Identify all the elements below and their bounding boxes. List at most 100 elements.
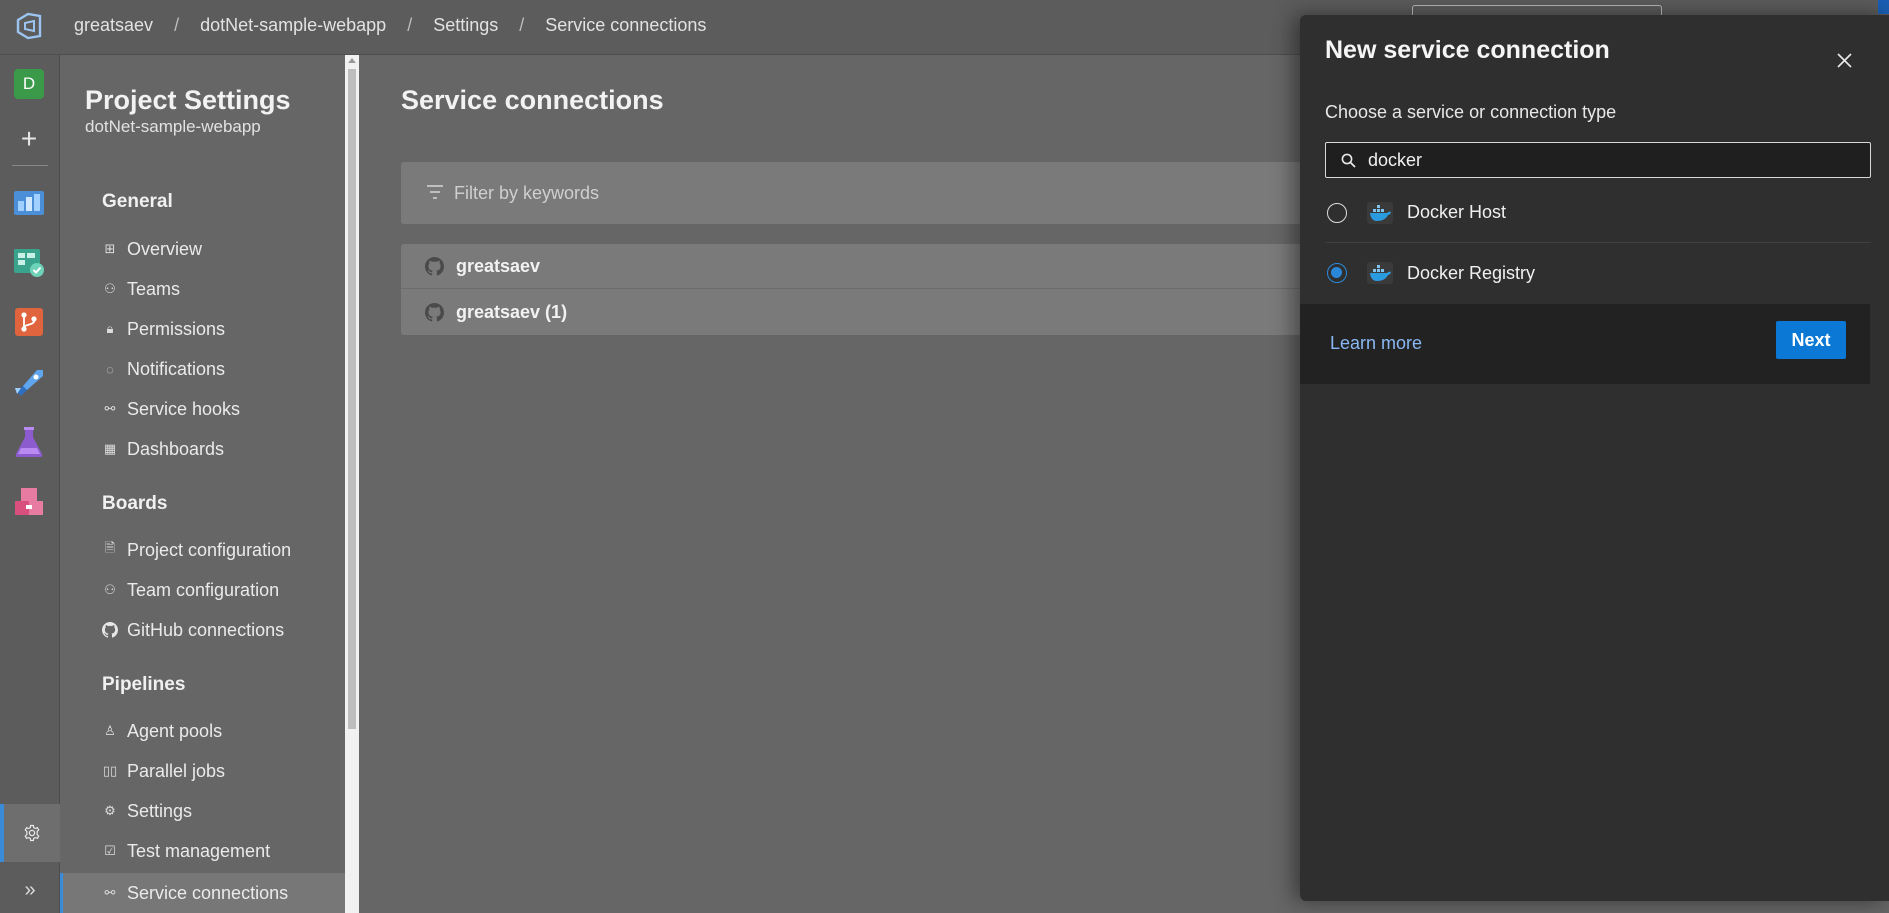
test-icon: ☑ [104, 843, 116, 858]
nav-item-team-configuration[interactable]: ⚇ Team configuration [102, 577, 279, 603]
rail-divider [12, 165, 48, 166]
test-plans-icon[interactable] [12, 425, 46, 459]
breadcrumb-current[interactable]: Service connections [545, 15, 706, 36]
connection-row[interactable]: greatsaev (1) [401, 290, 1301, 335]
nav-item-permissions[interactable]: 🔒︎ Permissions [102, 316, 226, 342]
connection-name: greatsaev (1) [456, 302, 568, 322]
dialog-label: Choose a service or connection type [1325, 102, 1617, 122]
project-avatar[interactable]: D [14, 69, 44, 99]
team-gear-icon: ⚇ [104, 582, 116, 597]
chevron-double-right-icon[interactable]: » [0, 868, 60, 913]
filter-icon [427, 185, 443, 199]
chat-bubble-icon: ◌ [106, 361, 114, 377]
filter-placeholder: Filter by keywords [454, 183, 600, 203]
new-service-connection-dialog: New service connection Choose a service … [1300, 15, 1889, 901]
connection-list: greatsaev greatsaev (1) [401, 244, 1301, 335]
docker-icon [1367, 262, 1393, 284]
nav-item-label: Dashboards [127, 438, 225, 459]
nav-item-parallel-jobs[interactable]: ▯▯ Parallel jobs [102, 758, 225, 784]
scroll-up-arrow-icon[interactable] [348, 58, 356, 63]
scroll-thumb[interactable] [348, 69, 356, 729]
connection-row[interactable]: greatsaev [401, 244, 1301, 289]
azure-devops-logo[interactable] [14, 10, 46, 42]
nav-item-label: Service connections [127, 882, 289, 903]
radio-button-selected[interactable] [1327, 263, 1347, 283]
nav-item-label: Project configuration [127, 539, 292, 560]
section-heading-boards: Boards [102, 493, 168, 514]
panel-subtitle: dotNet-sample-webapp [85, 117, 261, 136]
breadcrumb-separator: / [519, 15, 525, 35]
nav-item-github-connections[interactable]: GitHub connections [102, 617, 284, 643]
gear-icon [24, 824, 40, 842]
overview-icon: ⊞ [104, 241, 116, 256]
lock-icon: 🔒︎ [106, 321, 114, 336]
nav-item-service-hooks[interactable]: ⚯ Service hooks [102, 396, 241, 422]
github-icon [425, 256, 444, 276]
github-icon [425, 303, 444, 322]
plug-icon: ⚯ [104, 885, 116, 900]
nav-item-dashboards[interactable]: ▦ Dashboards [102, 436, 224, 462]
nav-item-test-management[interactable]: ☑ Test management [102, 838, 270, 864]
nav-item-label: Agent pools [127, 720, 223, 741]
boards-icon[interactable] [12, 245, 46, 279]
close-button[interactable] [1830, 46, 1858, 74]
panel-title: Project Settings [85, 85, 291, 115]
docker-icon [1367, 201, 1393, 224]
repos-icon[interactable] [12, 305, 46, 339]
section-heading-general: General [102, 191, 173, 212]
breadcrumb-separator: / [407, 15, 413, 35]
breadcrumb: greatsaev / dotNet-sample-webapp / Setti… [74, 15, 706, 36]
radio-button[interactable] [1327, 202, 1347, 223]
breadcrumb-settings[interactable]: Settings [433, 15, 498, 36]
option-docker-host[interactable]: Docker Host [1325, 183, 1871, 243]
document-gear-icon: 🗎︎ [104, 540, 116, 555]
project-settings-panel: Project Settings dotNet-sample-webapp Ge… [60, 55, 345, 913]
profile-badge[interactable] [1878, 0, 1889, 14]
parallel-icon: ▯▯ [102, 763, 118, 778]
next-button[interactable]: Next [1776, 321, 1846, 359]
nav-item-project-configuration[interactable]: 🗎︎ Project configuration [102, 537, 291, 563]
github-icon [102, 622, 118, 638]
close-icon [1836, 52, 1852, 68]
nav-rail: D + » [0, 55, 60, 913]
nav-item-settings[interactable]: ⚙ Settings [102, 798, 192, 824]
artifacts-icon[interactable] [12, 485, 46, 519]
nav-item-notifications[interactable]: ◌ Notifications [102, 356, 225, 382]
nav-item-label: Team configuration [127, 579, 280, 600]
plus-icon[interactable]: + [12, 122, 46, 156]
section-heading-pipelines: Pipelines [102, 674, 186, 695]
breadcrumb-project[interactable]: dotNet-sample-webapp [200, 15, 386, 36]
connection-type-search[interactable] [1325, 142, 1871, 178]
agent-icon: ♙ [104, 723, 116, 738]
nav-item-overview[interactable]: ⊞ Overview [102, 236, 202, 262]
nav-item-label: GitHub connections [127, 619, 285, 640]
panel-scrollbar[interactable] [345, 55, 359, 913]
nav-item-teams[interactable]: ⚇ Teams [102, 276, 180, 302]
connection-name: greatsaev [456, 255, 541, 276]
breadcrumb-org[interactable]: greatsaev [74, 15, 153, 36]
plug-icon: ⚯ [104, 401, 116, 416]
project-settings-rail-button[interactable] [0, 804, 60, 862]
breadcrumb-separator: / [174, 15, 180, 35]
nav-item-active-row: ⚯ Service connections [102, 880, 289, 906]
nav-item-label: Permissions [127, 318, 226, 339]
nav-item-label: Settings [127, 800, 193, 821]
page-title: Service connections [401, 85, 664, 115]
gear-icon: ⚙ [104, 803, 116, 818]
nav-item-label: Service hooks [127, 398, 241, 419]
dialog-title: New service connection [1325, 36, 1610, 64]
nav-item-label: Teams [127, 278, 181, 299]
nav-item-label: Notifications [127, 358, 226, 379]
search-input[interactable] [1368, 147, 1858, 173]
teams-icon: ⚇ [104, 281, 116, 296]
filter-bar[interactable]: Filter by keywords [401, 162, 1301, 224]
pipelines-icon[interactable] [12, 365, 46, 399]
overview-icon[interactable] [12, 185, 46, 219]
option-label: Docker Registry [1407, 262, 1536, 283]
nav-item-service-connections[interactable]: ⚯ Service connections [60, 873, 345, 913]
search-icon [1341, 153, 1356, 168]
learn-more-link[interactable]: Learn more [1330, 333, 1422, 354]
nav-item-label: Test management [127, 840, 271, 861]
nav-item-agent-pools[interactable]: ♙ Agent pools [102, 718, 222, 744]
option-docker-registry[interactable]: Docker Registry [1325, 243, 1871, 303]
